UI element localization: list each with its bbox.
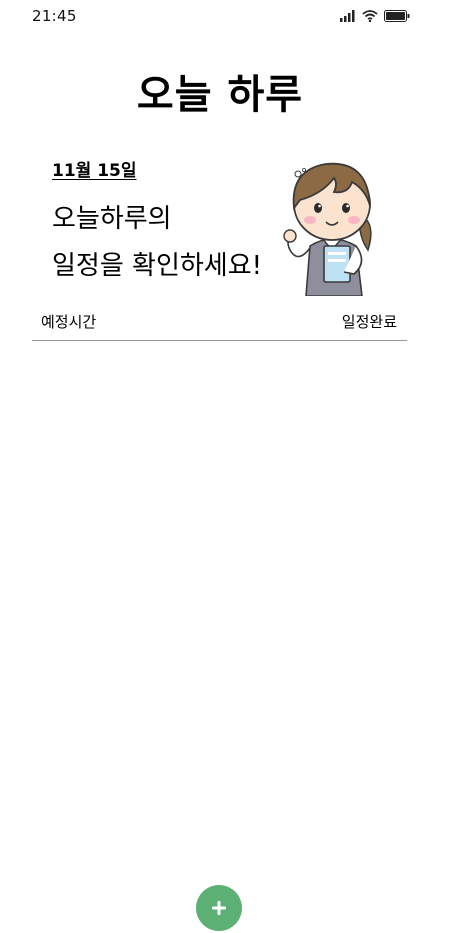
plus-icon (212, 901, 226, 915)
battery-icon (384, 10, 410, 22)
headline-line-2: 일정을 확인하세요! (52, 251, 263, 281)
page-title: 오늘 하루 (136, 72, 304, 118)
headline-line-1: 오늘하루의 (52, 204, 172, 234)
wifi-icon (362, 10, 378, 22)
status-bar: 21:45 (0, 0, 472, 36)
list-divider (32, 340, 407, 341)
add-schedule-button[interactable] (196, 885, 242, 931)
column-header-completed: 일정완료 (341, 313, 397, 331)
status-icons (340, 10, 410, 22)
date-label: 11월 15일 (52, 161, 137, 181)
signal-icon (340, 10, 355, 22)
character-illustration (283, 162, 372, 296)
status-time: 21:45 (32, 7, 77, 25)
column-header-scheduled-time: 예정시간 (41, 313, 97, 331)
